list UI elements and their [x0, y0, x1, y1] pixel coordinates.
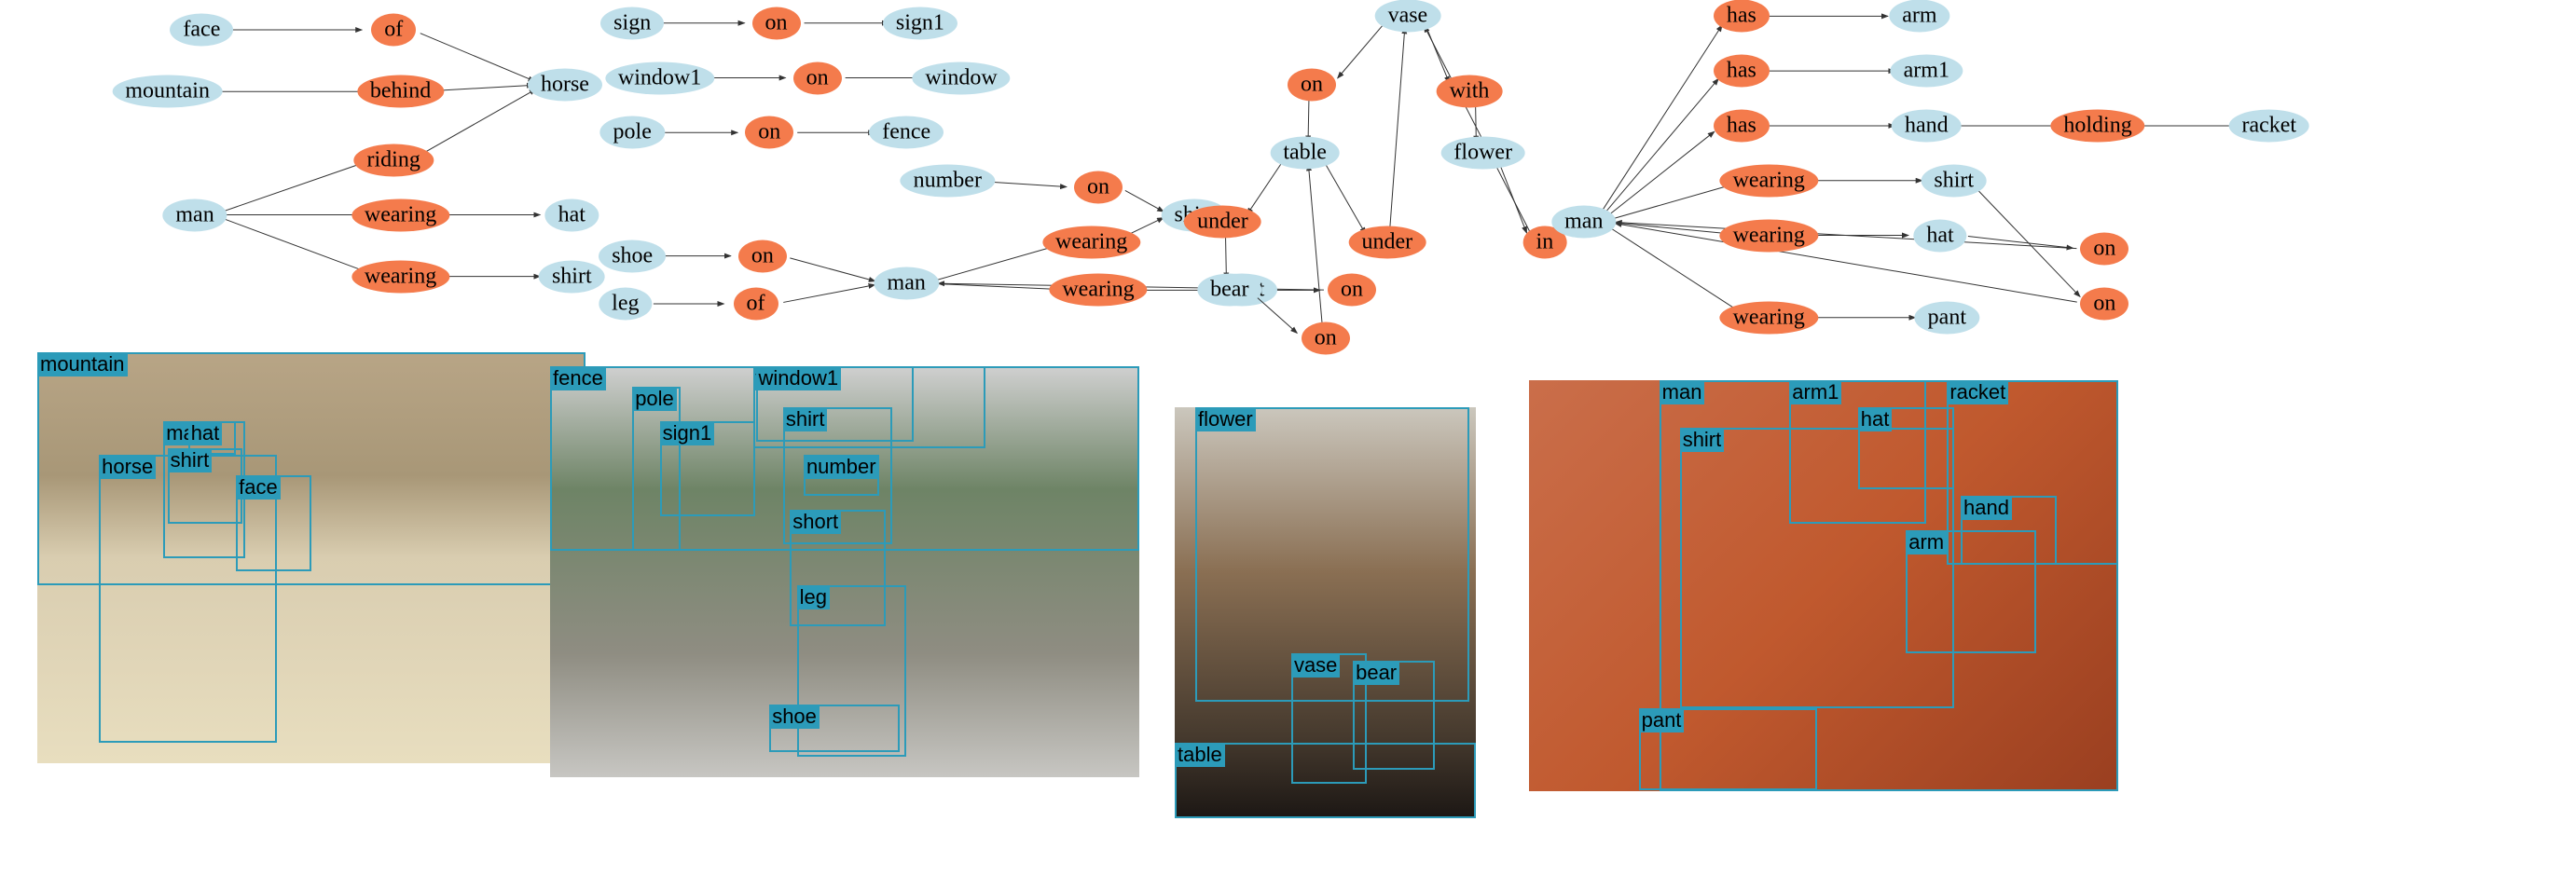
object-node-arm: arm	[1889, 0, 1949, 33]
relation-node-on: on	[2080, 288, 2128, 321]
object-node-leg: leg	[599, 288, 652, 321]
object-node-face: face	[170, 14, 233, 47]
object-node-shirt: shirt	[1921, 164, 1987, 197]
relation-node-of: of	[371, 14, 416, 47]
object-node-arm1: arm1	[1891, 55, 1963, 88]
relation-node-has: has	[1714, 0, 1770, 33]
object-node-window: window	[912, 62, 1010, 94]
object-node-hat: hat	[1913, 219, 1966, 252]
relation-node-wearing: wearing	[1720, 219, 1818, 252]
bbox-label: shirt	[783, 407, 828, 431]
object-node-pole: pole	[600, 116, 665, 149]
bbox-label: shirt	[1680, 428, 1725, 452]
relation-node-on: on	[752, 7, 801, 39]
bbox-shoe: shoe	[769, 705, 900, 752]
relation-node-of: of	[734, 288, 778, 321]
bbox-label: arm1	[1789, 380, 1841, 404]
bbox-label: mountain	[37, 352, 128, 376]
bbox-label: number	[804, 455, 879, 479]
bbox-label: hand	[1961, 496, 2012, 520]
bbox-shirt: shirt	[168, 448, 243, 524]
annotated-image: flower vase bear table	[1175, 407, 1476, 818]
bbox-label: face	[236, 475, 281, 500]
object-node-sign: sign	[600, 7, 664, 39]
bbox-label: hat	[1858, 407, 1893, 431]
relation-node-wearing: wearing	[1720, 164, 1818, 197]
object-node-fence: fence	[869, 116, 944, 149]
bbox-label: man	[1660, 380, 1705, 404]
bbox-label: flower	[1195, 407, 1256, 431]
relation-node-has: has	[1714, 109, 1770, 142]
relation-node-on: on	[745, 116, 793, 149]
relation-node-under: under	[1349, 226, 1426, 258]
relation-node-wearing: wearing	[1720, 301, 1818, 334]
object-node-racket: racket	[2228, 109, 2309, 142]
object-node-man: man	[162, 198, 227, 231]
relation-node-wearing: wearing	[1049, 274, 1147, 307]
relation-node-on: on	[793, 62, 842, 94]
object-node-number: number	[901, 164, 995, 197]
object-node-flower: flower	[1440, 137, 1525, 170]
object-node-vase: vase	[1375, 0, 1441, 33]
relation-node-behind: behind	[357, 75, 444, 108]
bbox-label: shoe	[769, 705, 820, 729]
bbox-label: bear	[1353, 661, 1399, 685]
relation-node-on: on	[1302, 322, 1350, 354]
relation-node-wearing: wearing	[351, 198, 449, 231]
bbox-pant: pant	[1639, 708, 1817, 790]
scene-graph: hasarmhasarm1hashandholdingracketwearing…	[1529, 9, 2351, 352]
bbox-label: short	[790, 510, 841, 534]
bbox-label: fence	[550, 366, 606, 390]
bbox-label: pole	[632, 387, 677, 411]
annotated-image: man arm1 racket shirt hat handarm pant	[1529, 380, 2118, 791]
relation-node-on: on	[738, 240, 787, 272]
bbox-label: pant	[1639, 708, 1685, 732]
relation-node-under: under	[1184, 205, 1261, 238]
object-node-man: man	[875, 267, 939, 300]
object-node-sign1: sign1	[883, 7, 957, 39]
relation-node-has: has	[1714, 55, 1770, 88]
bbox-label: leg	[797, 585, 830, 609]
relation-node-wearing: wearing	[351, 260, 449, 293]
relation-node-wearing: wearing	[1042, 226, 1140, 258]
object-node-mountain: mountain	[112, 75, 223, 108]
bbox-label: hat	[188, 421, 223, 445]
bbox-label: horse	[99, 455, 156, 479]
relation-node-on: on	[1288, 68, 1336, 101]
bbox-label: sign1	[660, 421, 715, 445]
annotated-image: mountainmanhathorseshirtface	[37, 352, 585, 763]
bbox-label: table	[1175, 743, 1225, 767]
bbox-label: shirt	[168, 448, 213, 472]
annotated-image: fencewindowwindow1polesign1shirtnumbersh…	[550, 366, 1139, 777]
relation-node-holding: holding	[2050, 109, 2144, 142]
object-node-hand: hand	[1892, 109, 1962, 142]
object-node-bear: bear	[1197, 274, 1261, 307]
object-node-shoe: shoe	[599, 240, 666, 272]
bbox-number: number	[804, 455, 879, 496]
bbox-label: window1	[756, 366, 842, 390]
bbox-label: arm	[1906, 530, 1947, 554]
bbox-sign1: sign1	[660, 421, 756, 517]
bbox-table: table	[1175, 743, 1476, 818]
relation-node-on: on	[1074, 171, 1123, 204]
relation-node-riding: riding	[354, 144, 434, 176]
bbox-arm: arm	[1906, 530, 2036, 653]
object-node-table: table	[1270, 137, 1340, 170]
object-node-window1: window1	[605, 62, 714, 94]
object-node-man: man	[1551, 205, 1616, 238]
relation-node-with: with	[1437, 75, 1503, 108]
object-node-pant: pant	[1915, 301, 1979, 334]
bbox-label: racket	[1947, 380, 2008, 404]
relation-node-on: on	[2080, 233, 2128, 266]
bbox-hat: hat	[1858, 407, 1954, 489]
bbox-label: vase	[1291, 653, 1340, 678]
bbox-face: face	[236, 475, 311, 571]
